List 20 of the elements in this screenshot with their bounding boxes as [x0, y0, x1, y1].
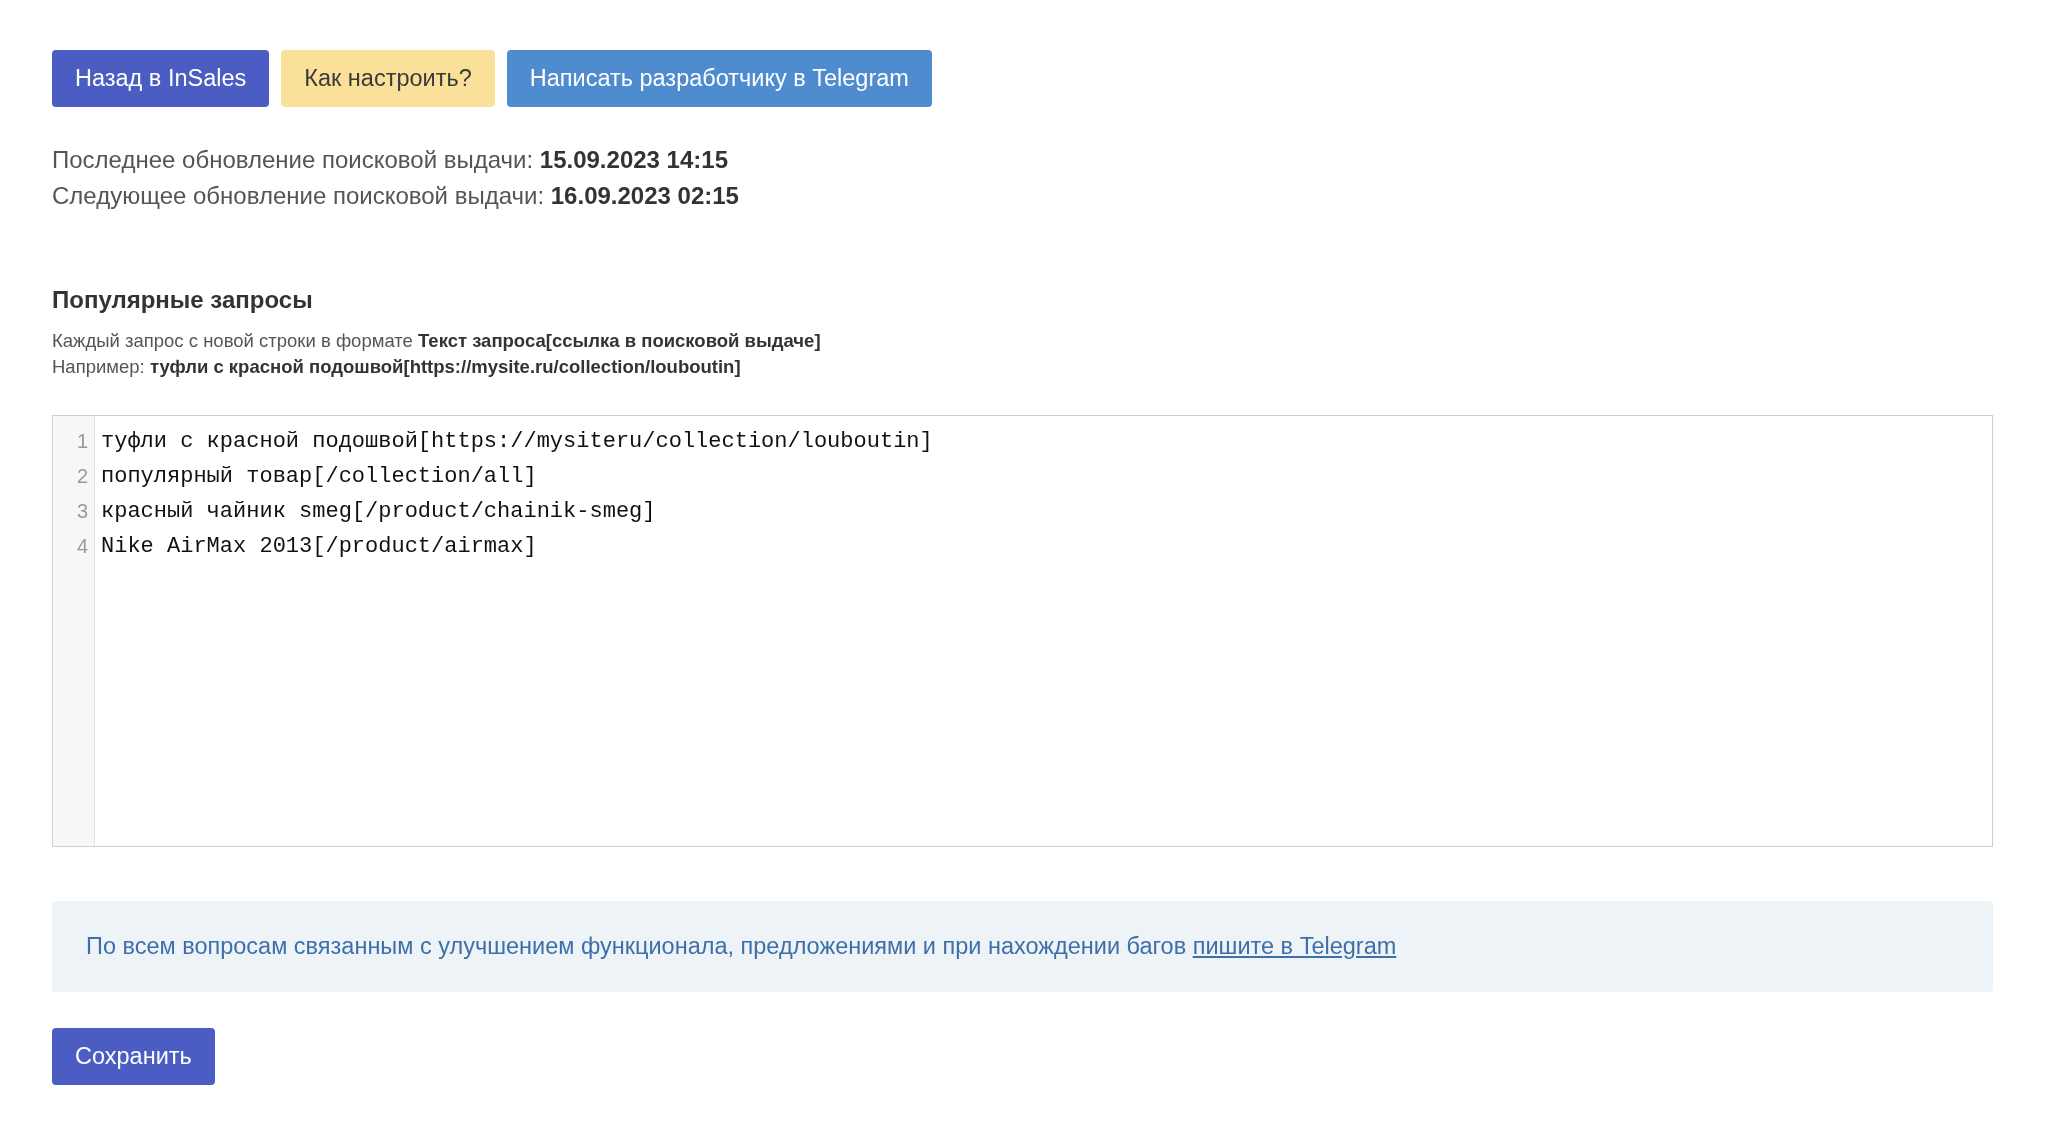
- hint-text: Каждый запрос с новой строки в формате Текст запроса[ссылка в поисковой выдаче]: [52, 329, 822, 353]
- toolbar-button[interactable]: Написать разработчику в Telegram: [506, 50, 932, 107]
- save-button[interactable]: Сохранить: [52, 1028, 215, 1085]
- code-editor[interactable]: 1 2 3 4 туфли с красной подошвой[https://mysiteru/collection/louboutin] популярный товар[/collection/all] красный чайник smeg[/product/chainik-smeg] Nike AirMax 2013[/product/airmax]: [52, 415, 1993, 847]
- line-number: 1: [75, 429, 89, 454]
- telegram-link[interactable]: пишите в Telegram: [1192, 933, 1397, 959]
- code-line: красный чайник smeg[/product/chainik-smeg]: [101, 498, 657, 526]
- toolbar-button[interactable]: Как настроить?: [281, 50, 495, 107]
- hint-text: Например: туфли с красной подошвой[https://mysite.ru/collection/louboutin]: [52, 355, 742, 379]
- line-number: 2: [75, 464, 89, 489]
- line-number: 4: [75, 534, 89, 559]
- notice-text: По всем вопросам связанным с улучшением функционала, предложениями и при нахождении багов пишите в Telegram: [86, 933, 1397, 960]
- update-info-text: Следующее обновление поисковой выдачи: 16.09.2023 02:15: [52, 181, 740, 211]
- code-line: Nike AirMax 2013[/product/airmax]: [101, 533, 538, 561]
- update-info-text: Последнее обновление поисковой выдачи: 15.09.2023 14:15: [52, 145, 729, 175]
- line-number: 3: [75, 499, 89, 524]
- code-line: туфли с красной подошвой[https://mysiteru/collection/louboutin]: [101, 428, 933, 456]
- section-title: Популярные запросы: [52, 285, 314, 315]
- code-line: популярный товар[/collection/all]: [101, 463, 538, 491]
- toolbar-button[interactable]: Назад в InSales: [52, 50, 270, 107]
